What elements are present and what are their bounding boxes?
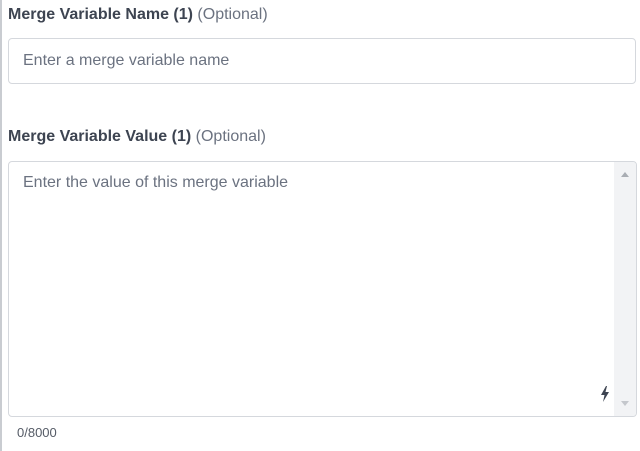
- merge-variable-value-textarea[interactable]: [9, 162, 615, 416]
- textarea-scrollbar[interactable]: [614, 162, 636, 416]
- merge-variable-value-label: Merge Variable Value (1) (Optional): [8, 127, 266, 147]
- left-border: [0, 0, 2, 451]
- merge-variable-name-label-text: Merge Variable Name (1): [8, 6, 193, 23]
- merge-variable-name-input[interactable]: [8, 38, 636, 84]
- merge-variable-value-container: [8, 161, 637, 417]
- lightning-bolt-icon: [601, 386, 609, 402]
- scroll-down-arrow-icon[interactable]: [621, 401, 629, 406]
- merge-variable-value-label-text: Merge Variable Value (1): [8, 128, 192, 145]
- merge-variable-name-optional: (Optional): [197, 6, 268, 23]
- character-counter: 0/8000: [17, 425, 57, 440]
- merge-variable-value-optional: (Optional): [195, 128, 266, 145]
- scroll-up-arrow-icon[interactable]: [621, 172, 629, 177]
- merge-variable-name-label: Merge Variable Name (1) (Optional): [8, 5, 268, 25]
